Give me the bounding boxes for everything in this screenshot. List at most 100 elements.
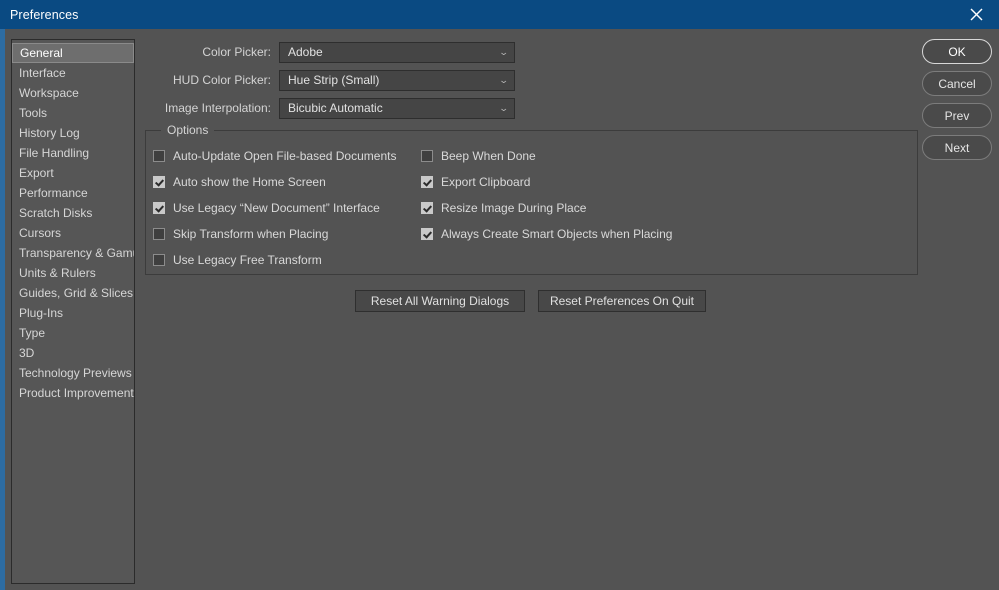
checkbox-checked-icon[interactable] <box>421 176 433 188</box>
checkbox-unchecked-icon[interactable] <box>153 150 165 162</box>
button-label: Reset Preferences On Quit <box>549 294 695 308</box>
sidebar-item-plug-ins[interactable]: Plug-Ins <box>12 303 134 323</box>
checkbox-beep-when-done[interactable]: Beep When Done <box>421 149 536 163</box>
chevron-down-icon: ⌄ <box>499 102 510 113</box>
checkbox-label: Resize Image During Place <box>441 201 587 215</box>
sidebar-item-label: Cursors <box>19 226 62 240</box>
sidebar-item-type[interactable]: Type <box>12 323 134 343</box>
sidebar-item-transparency-gamut[interactable]: Transparency & Gamut <box>12 243 134 263</box>
button-label: Prev <box>944 108 970 123</box>
sidebar-item-label: Performance <box>19 186 88 200</box>
sidebar-item-scratch-disks[interactable]: Scratch Disks <box>12 203 134 223</box>
sidebar-item-workspace[interactable]: Workspace <box>12 83 134 103</box>
sidebar-item-tools[interactable]: Tools <box>12 103 134 123</box>
dropdown-color-picker[interactable]: Adobe ⌄ <box>279 41 515 63</box>
sidebar-item-product-improvement[interactable]: Product Improvement <box>12 383 134 403</box>
sidebar-item-label: Export <box>19 166 54 180</box>
checkbox-label: Use Legacy “New Document” Interface <box>173 201 380 215</box>
close-button[interactable] <box>953 0 999 29</box>
field-row: Color Picker: Adobe ⌄ <box>143 41 515 63</box>
field-label: Color Picker: <box>202 45 271 59</box>
checkbox-unchecked-icon[interactable] <box>153 254 165 266</box>
sidebar-item-label: Tools <box>19 106 48 120</box>
checkbox-always-create-smart-objects-when-placing[interactable]: Always Create Smart Objects when Placing <box>421 227 672 241</box>
sidebar-item-label: Units & Rulers <box>19 266 96 280</box>
checkbox-label: Export Clipboard <box>441 175 531 189</box>
button-cancel[interactable]: Cancel <box>922 71 992 96</box>
sidebar-item-cursors[interactable]: Cursors <box>12 223 134 243</box>
field-row: HUD Color Picker: Hue Strip (Small) ⌄ <box>143 69 515 91</box>
sidebar-item-label: Technology Previews <box>19 366 132 380</box>
field-row: Image Interpolation: Bicubic Automatic ⌄ <box>143 97 515 119</box>
window-left-edge <box>0 29 5 590</box>
button-reset-preferences-on-quit[interactable]: Reset Preferences On Quit <box>538 290 706 312</box>
button-label: Reset All Warning Dialogs <box>370 294 510 308</box>
preferences-dialog: Preferences General Interface Workspace Too… <box>0 0 999 590</box>
sidebar-item-label: 3D <box>19 346 35 360</box>
checkbox-auto-show-the-home-screen[interactable]: Auto show the Home Screen <box>153 175 326 189</box>
sidebar-item-label: Transparency & Gamut <box>19 246 135 260</box>
close-icon <box>970 8 982 21</box>
sidebar-item-label: Type <box>19 326 46 340</box>
field-label: HUD Color Picker: <box>172 73 271 87</box>
checkbox-use-legacy-new-document-interface[interactable]: Use Legacy “New Document” Interface <box>153 201 380 215</box>
dropdown-hud-color-picker[interactable]: Hue Strip (Small) ⌄ <box>279 69 515 91</box>
sidebar-item-file-handling[interactable]: File Handling <box>12 143 134 163</box>
window-title: Preferences <box>10 7 79 22</box>
dropdown-value: Bicubic Automatic <box>288 101 383 115</box>
checkbox-unchecked-icon[interactable] <box>153 228 165 240</box>
checkbox-export-clipboard[interactable]: Export Clipboard <box>421 175 530 189</box>
title-bar: Preferences <box>0 0 999 29</box>
checkbox-label: Beep When Done <box>441 149 536 163</box>
checkbox-checked-icon[interactable] <box>421 228 433 240</box>
sidebar-item-units-rulers[interactable]: Units & Rulers <box>12 263 134 283</box>
checkbox-checked-icon[interactable] <box>153 202 165 214</box>
button-reset-all-warning-dialogs[interactable]: Reset All Warning Dialogs <box>355 290 525 312</box>
button-next[interactable]: Next <box>922 135 992 160</box>
dropdown-image-interpolation[interactable]: Bicubic Automatic ⌄ <box>279 97 515 119</box>
checkbox-auto-update-open-file-based-documents[interactable]: Auto-Update Open File-based Documents <box>153 149 396 163</box>
sidebar-item-label: Product Improvement <box>19 386 134 400</box>
button-prev[interactable]: Prev <box>922 103 992 128</box>
sidebar-item-label: Guides, Grid & Slices <box>19 286 134 300</box>
sidebar-item-label: History Log <box>19 126 80 140</box>
button-label: Cancel <box>938 76 976 91</box>
sidebar-item-label: Scratch Disks <box>19 206 93 220</box>
button-ok[interactable]: OK <box>922 39 992 64</box>
sidebar-item-interface[interactable]: Interface <box>12 63 134 83</box>
checkbox-label: Auto-Update Open File-based Documents <box>173 149 397 163</box>
chevron-down-icon: ⌄ <box>499 74 510 85</box>
checkbox-checked-icon[interactable] <box>421 202 433 214</box>
checkbox-use-legacy-free-transform[interactable]: Use Legacy Free Transform <box>153 253 322 267</box>
checkbox-skip-transform-when-placing[interactable]: Skip Transform when Placing <box>153 227 328 241</box>
checkbox-checked-icon[interactable] <box>153 176 165 188</box>
options-legend: Options <box>161 123 215 137</box>
sidebar-item-label: Workspace <box>19 86 79 100</box>
checkbox-label: Always Create Smart Objects when Placing <box>441 227 673 241</box>
sidebar-item-3d[interactable]: 3D <box>12 343 134 363</box>
sidebar-item-label: Plug-Ins <box>19 306 64 320</box>
sidebar-item-technology-previews[interactable]: Technology Previews <box>12 363 134 383</box>
sidebar-item-label: Interface <box>19 66 66 80</box>
sidebar-item-performance[interactable]: Performance <box>12 183 134 203</box>
field-label: Image Interpolation: <box>164 101 271 115</box>
sidebar-item-general[interactable]: General <box>12 43 134 63</box>
dropdown-value: Adobe <box>288 45 323 59</box>
button-label: Next <box>944 140 970 155</box>
sidebar-item-label: File Handling <box>19 146 90 160</box>
checkbox-label: Use Legacy Free Transform <box>173 253 322 267</box>
sidebar-item-guides-grid-slices[interactable]: Guides, Grid & Slices <box>12 283 134 303</box>
checkbox-label: Auto show the Home Screen <box>173 175 326 189</box>
category-sidebar[interactable]: General Interface Workspace Tools History Lo… <box>11 39 135 584</box>
sidebar-item-export[interactable]: Export <box>12 163 134 183</box>
checkbox-resize-image-during-place[interactable]: Resize Image During Place <box>421 201 586 215</box>
dropdown-value: Hue Strip (Small) <box>288 73 380 87</box>
chevron-down-icon: ⌄ <box>499 46 510 57</box>
main-panel: Color Picker: Adobe ⌄ HUD Color Picker: Hue … <box>143 39 923 584</box>
button-label: OK <box>948 44 966 59</box>
dialog-action-buttons: OK Cancel Prev Next <box>922 39 992 167</box>
sidebar-item-history-log[interactable]: History Log <box>12 123 134 143</box>
checkbox-unchecked-icon[interactable] <box>421 150 433 162</box>
checkbox-label: Skip Transform when Placing <box>173 227 329 241</box>
sidebar-item-label: General <box>20 46 63 60</box>
